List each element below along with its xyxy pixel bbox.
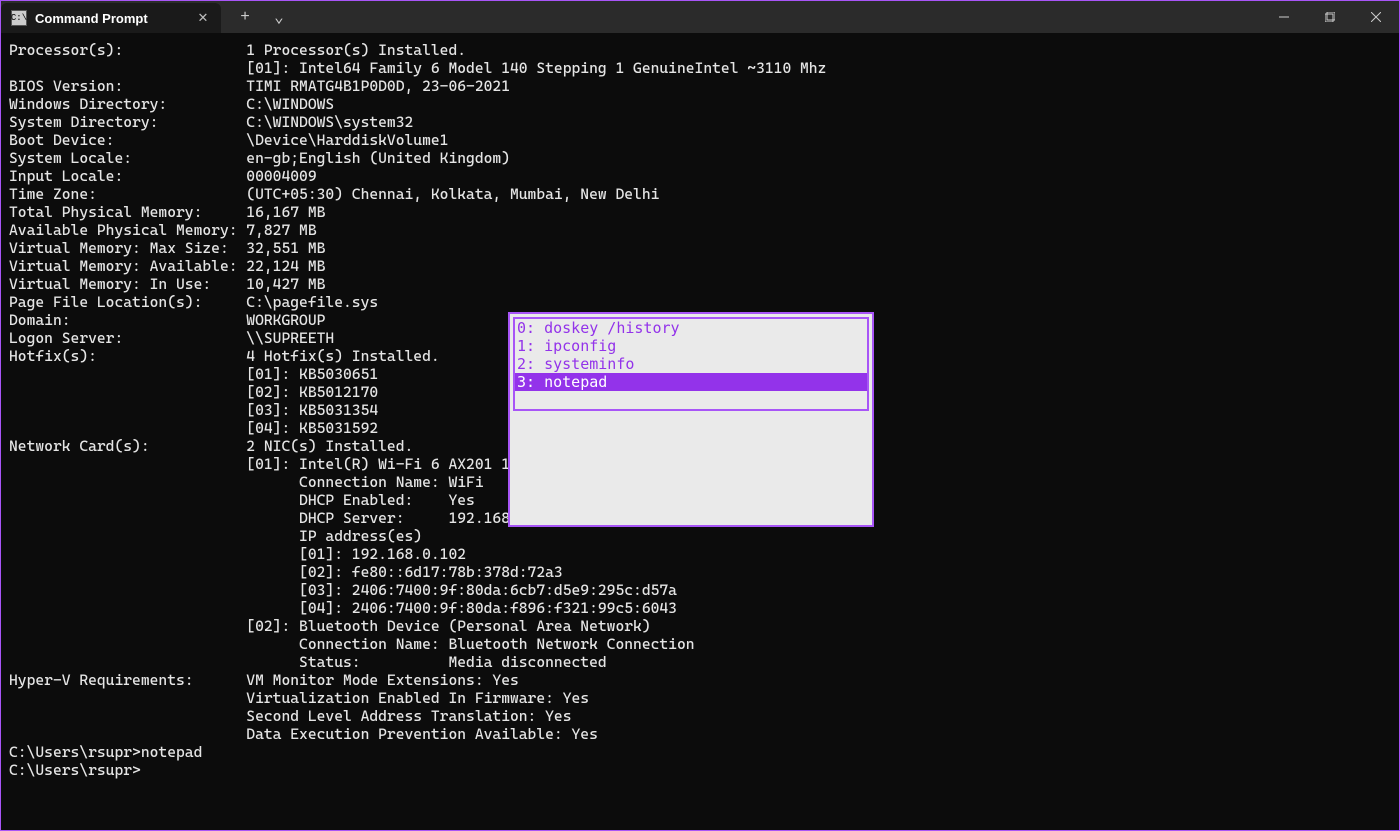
terminal-line: Virtualization Enabled In Firmware: Yes: [9, 689, 1391, 707]
terminal-line: Page File Location(s): C:\pagefile.sys: [9, 293, 1391, 311]
terminal-line: System Locale: en-gb;English (United Kin…: [9, 149, 1391, 167]
terminal-line: [02]: fe80::6d17:78b:378d:72a3: [9, 563, 1391, 581]
terminal-line: [04]: 2406:7400:9f:80da:f896:f321:99c5:6…: [9, 599, 1391, 617]
history-item[interactable]: 2: systeminfo: [515, 355, 867, 373]
window-controls: [1261, 1, 1399, 33]
terminal-line: Time Zone: (UTC+05:30) Chennai, Kolkata,…: [9, 185, 1391, 203]
history-item[interactable]: [515, 391, 867, 409]
terminal-line: Input Locale: 00004009: [9, 167, 1391, 185]
titlebar: C:\ Command Prompt ✕ + ⌄: [1, 1, 1399, 33]
terminal-line: [01]: 192.168.0.102: [9, 545, 1391, 563]
terminal-line: Virtual Memory: In Use: 10,427 MB: [9, 275, 1391, 293]
history-item[interactable]: 1: ipconfig: [515, 337, 867, 355]
terminal-line: IP address(es): [9, 527, 1391, 545]
terminal-line: Available Physical Memory: 7,827 MB: [9, 221, 1391, 239]
terminal-line: System Directory: C:\WINDOWS\system32: [9, 113, 1391, 131]
terminal-line: Windows Directory: C:\WINDOWS: [9, 95, 1391, 113]
tab-close-button[interactable]: ✕: [193, 10, 213, 26]
history-popup-list: 0: doskey /history1: ipconfig2: systemin…: [513, 317, 869, 411]
history-item[interactable]: 3: notepad: [515, 373, 867, 391]
terminal-line: Second Level Address Translation: Yes: [9, 707, 1391, 725]
terminal-line: Total Physical Memory: 16,167 MB: [9, 203, 1391, 221]
terminal-line: Boot Device: \Device\HarddiskVolume1: [9, 131, 1391, 149]
maximize-button[interactable]: [1307, 1, 1353, 33]
tab-dropdown-button[interactable]: ⌄: [265, 3, 293, 31]
tab-title: Command Prompt: [35, 11, 185, 26]
terminal-line: BIOS Version: TIMI RMATG4B1P0D0D, 23-06-…: [9, 77, 1391, 95]
terminal-line: Processor(s): 1 Processor(s) Installed.: [9, 41, 1391, 59]
terminal-line: Hyper-V Requirements: VM Monitor Mode Ex…: [9, 671, 1391, 689]
terminal-line: Status: Media disconnected: [9, 653, 1391, 671]
cmd-icon: C:\: [11, 10, 27, 26]
terminal-line: C:\Users\rsupr>: [9, 761, 1391, 779]
terminal-line: Data Execution Prevention Available: Yes: [9, 725, 1391, 743]
terminal-line: Virtual Memory: Max Size: 32,551 MB: [9, 239, 1391, 257]
tab-command-prompt[interactable]: C:\ Command Prompt ✕: [1, 3, 221, 33]
new-tab-button[interactable]: +: [231, 3, 259, 31]
close-button[interactable]: [1353, 1, 1399, 33]
terminal-line: [01]: Intel64 Family 6 Model 140 Steppin…: [9, 59, 1391, 77]
terminal-line: Connection Name: Bluetooth Network Conne…: [9, 635, 1391, 653]
titlebar-drag-area[interactable]: [293, 1, 1261, 33]
terminal-line: [03]: 2406:7400:9f:80da:6cb7:d5e9:295c:d…: [9, 581, 1391, 599]
minimize-button[interactable]: [1261, 1, 1307, 33]
terminal-line: Virtual Memory: Available: 22,124 MB: [9, 257, 1391, 275]
history-item[interactable]: 0: doskey /history: [515, 319, 867, 337]
terminal-line: [02]: Bluetooth Device (Personal Area Ne…: [9, 617, 1391, 635]
tab-actions: + ⌄: [221, 1, 293, 33]
terminal-line: C:\Users\rsupr>notepad: [9, 743, 1391, 761]
history-popup: 0: doskey /history1: ipconfig2: systemin…: [508, 312, 874, 527]
